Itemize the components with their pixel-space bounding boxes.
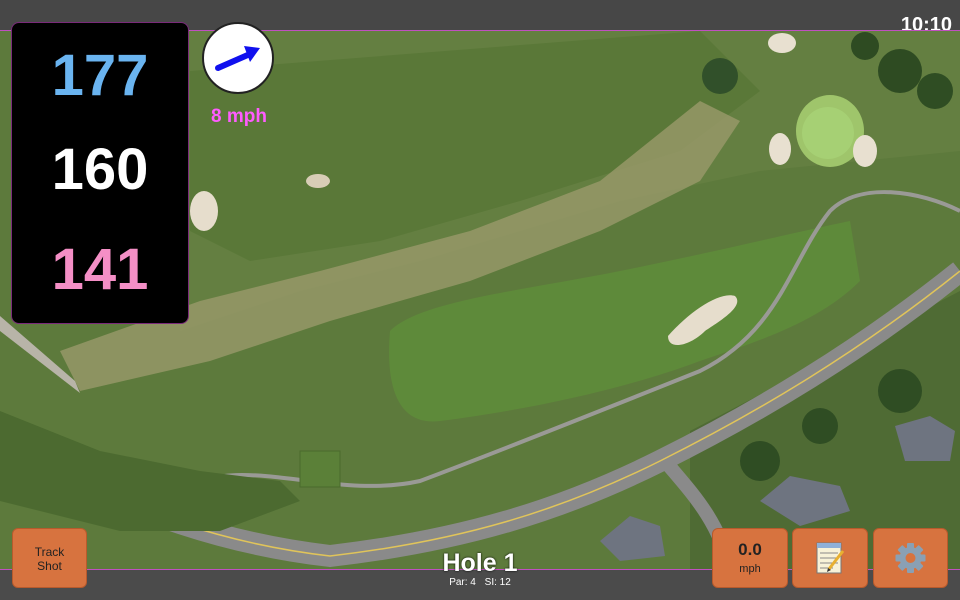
gear-icon bbox=[895, 543, 926, 573]
distance-panel: 177 160 141 bbox=[11, 22, 189, 324]
speed-button[interactable]: 0.0 mph bbox=[712, 528, 788, 588]
hole-title: Hole 1 bbox=[442, 549, 518, 577]
wind-direction-indicator bbox=[202, 22, 274, 94]
hole-info: Par: 4 SI: 12 bbox=[380, 577, 580, 588]
speed-value: 0.0 bbox=[738, 540, 762, 559]
track-shot-label-line2: Shot bbox=[37, 559, 62, 573]
notes-button[interactable] bbox=[792, 528, 868, 588]
track-shot-button[interactable]: Track Shot bbox=[12, 528, 87, 588]
speed-unit: mph bbox=[739, 563, 761, 575]
settings-button[interactable] bbox=[873, 528, 948, 588]
hole-par: Par: 4 bbox=[449, 577, 476, 588]
track-shot-label-line1: Track bbox=[34, 545, 65, 559]
hole-stroke-index: SI: 12 bbox=[484, 577, 511, 588]
front-distance: 141 bbox=[51, 237, 149, 302]
wind-speed: 8 mph bbox=[211, 106, 267, 127]
notepad-icon bbox=[816, 542, 845, 574]
arrow-icon bbox=[215, 46, 260, 71]
middle-distance: 160 bbox=[51, 137, 149, 202]
back-distance: 177 bbox=[51, 43, 149, 108]
